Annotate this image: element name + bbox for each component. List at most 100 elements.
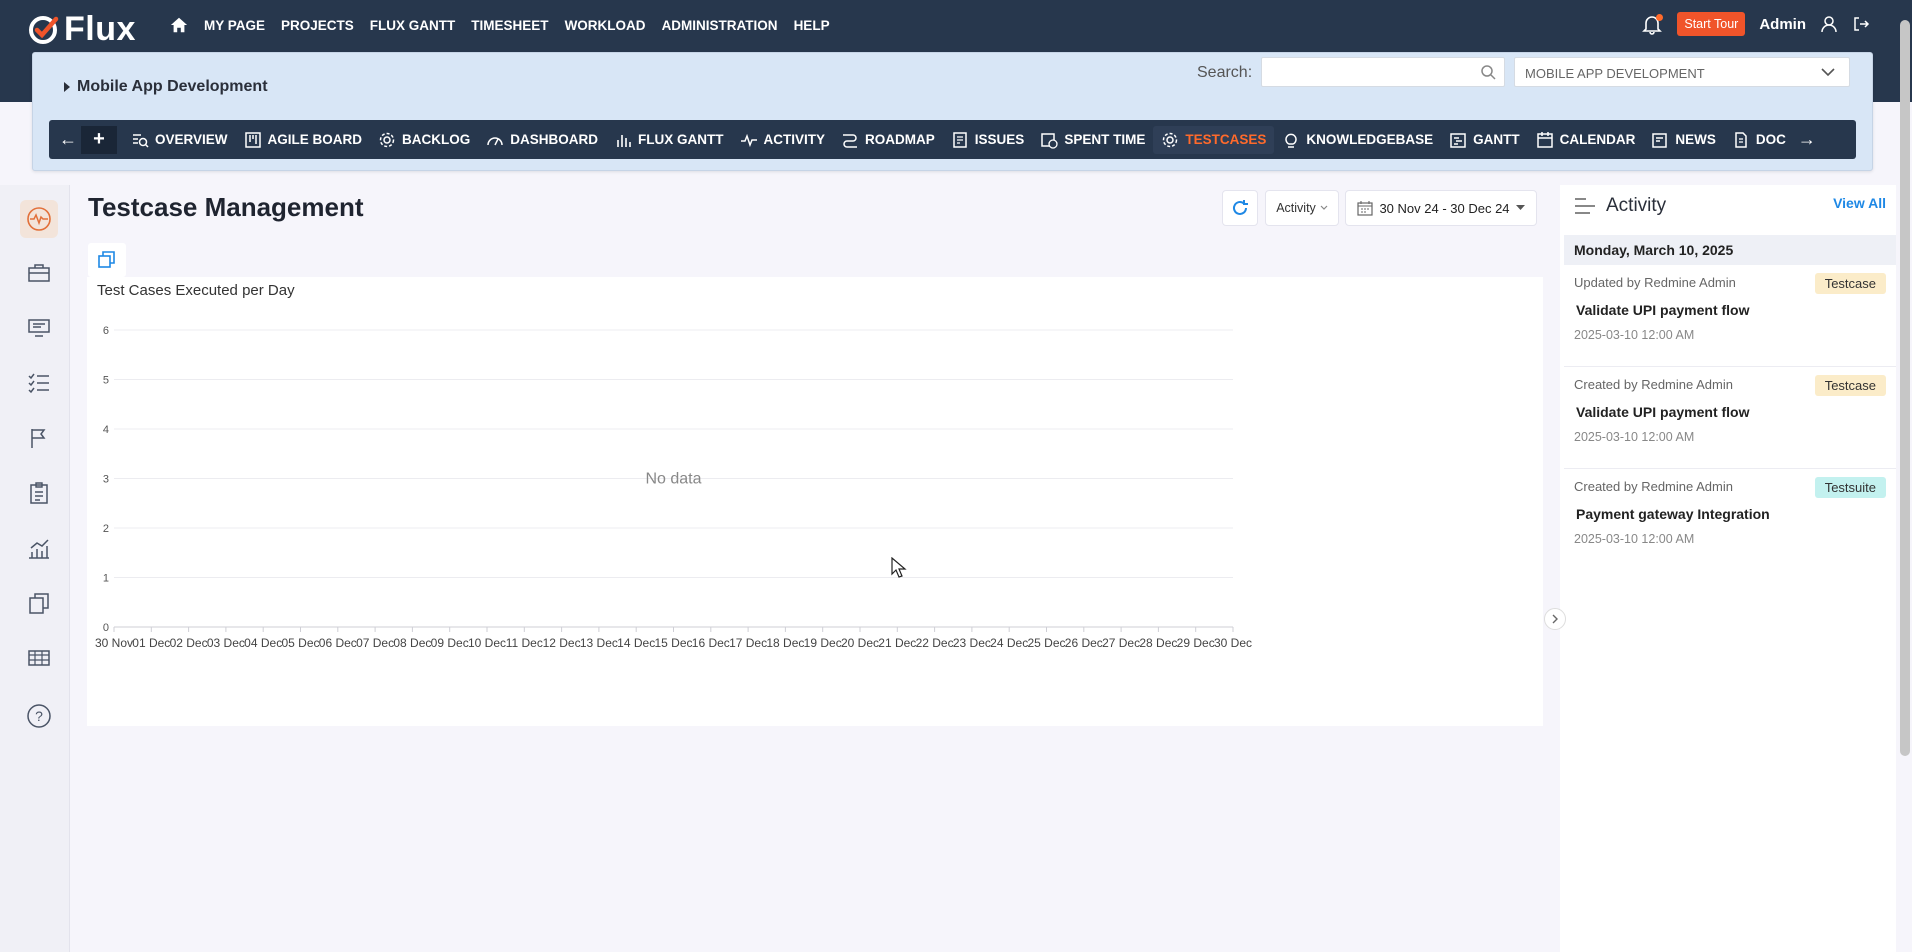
- logout-icon[interactable]: [1852, 15, 1870, 33]
- doc-icon: [1735, 131, 1747, 148]
- caret-right-icon: [64, 82, 70, 92]
- chevron-down-icon: [1320, 205, 1328, 210]
- nav-my-page[interactable]: MY PAGE: [204, 18, 265, 33]
- copy-button[interactable]: [88, 243, 126, 277]
- nav-workload[interactable]: WORKLOAD: [565, 18, 646, 33]
- tab-label: OVERVIEW: [155, 132, 228, 147]
- sidebar-item-table[interactable]: [20, 639, 58, 677]
- x-tick-label: 24 Dec: [990, 636, 1028, 650]
- nav-timesheet[interactable]: TIMESHEET: [471, 18, 548, 33]
- nav-projects[interactable]: PROJECTS: [281, 18, 354, 33]
- user-name[interactable]: Admin: [1759, 16, 1806, 33]
- pulse-icon: [740, 133, 757, 147]
- sidebar-item-projects[interactable]: [20, 254, 58, 292]
- chart-card: Test Cases Executed per Day 0 1 2 3 4 5 6 30 No…: [87, 277, 1543, 726]
- x-tick-label: 15 Dec: [654, 636, 692, 650]
- flux-logo[interactable]: Flux: [28, 10, 136, 49]
- activity-author: Created by Redmine Admin: [1574, 377, 1733, 392]
- bulb-icon: [1285, 133, 1298, 148]
- sidebar-item-analytics[interactable]: [20, 529, 58, 567]
- sidebar-item-help[interactable]: ?: [20, 697, 58, 735]
- tab-gantt[interactable]: GANTT: [1441, 126, 1528, 154]
- project-name-toggle[interactable]: Mobile App Development: [63, 78, 268, 96]
- view-all-link[interactable]: View All: [1833, 195, 1886, 211]
- activity-title[interactable]: Validate UPI payment flow: [1576, 302, 1750, 318]
- notification-bell-icon[interactable]: [1641, 13, 1664, 35]
- x-tick-label: 28 Dec: [1139, 636, 1177, 650]
- tab-label: NEWS: [1675, 132, 1716, 147]
- tab-testcases[interactable]: TESTCASES: [1153, 125, 1275, 154]
- tab-label: AGILE BOARD: [267, 132, 363, 147]
- home-icon[interactable]: [170, 16, 188, 34]
- y-tick-label: 3: [103, 474, 109, 486]
- tab-flux-gantt[interactable]: FLUX GANTT: [606, 126, 732, 154]
- tab-spent-time[interactable]: SPENT TIME: [1032, 126, 1153, 154]
- search-icon[interactable]: [1480, 64, 1496, 80]
- tabs-scroll-right-icon[interactable]: →: [1794, 129, 1820, 150]
- add-tab-button[interactable]: +: [81, 125, 117, 154]
- svg-text:?: ?: [35, 708, 43, 724]
- nav-help[interactable]: HELP: [794, 18, 830, 33]
- activity-date-header: Monday, March 10, 2025: [1564, 235, 1896, 265]
- y-tick-label: 6: [103, 325, 109, 337]
- nav-flux-gantt[interactable]: FLUX GANTT: [370, 18, 456, 33]
- tab-issues[interactable]: ISSUES: [943, 126, 1033, 154]
- sidebar-item-board[interactable]: [20, 309, 58, 347]
- tab-label: ISSUES: [974, 132, 1025, 147]
- activity-title[interactable]: Validate UPI payment flow: [1576, 404, 1750, 420]
- refresh-button[interactable]: [1222, 190, 1258, 226]
- copy-icon: [98, 251, 115, 268]
- sidebar-item-documents[interactable]: [20, 584, 58, 622]
- user-icon[interactable]: [1820, 15, 1838, 33]
- issues-icon: [953, 131, 967, 148]
- project-name: Mobile App Development: [77, 78, 268, 95]
- activity-entry[interactable]: Created by Redmine Admin Testcase Valida…: [1564, 367, 1896, 469]
- search-input[interactable]: [1261, 57, 1505, 87]
- start-tour-button[interactable]: Start Tour: [1677, 12, 1746, 36]
- activity-entry[interactable]: Updated by Redmine Admin Testcase Valida…: [1564, 265, 1896, 367]
- sidebar-item-milestones[interactable]: [20, 419, 58, 457]
- project-select[interactable]: MOBILE APP DEVELOPMENT: [1514, 57, 1850, 87]
- project-tab-bar: ← + OVERVIEW AGILE BOARD BACKLOG DASHBOA…: [49, 120, 1856, 159]
- tab-backlog[interactable]: BACKLOG: [370, 126, 478, 154]
- help-circle-icon: ?: [27, 704, 51, 728]
- activity-title[interactable]: Payment gateway Integration: [1576, 506, 1770, 522]
- sidebar-item-activity[interactable]: [20, 200, 58, 238]
- tab-calendar[interactable]: CALENDAR: [1528, 126, 1644, 154]
- roadmap-icon: [843, 133, 858, 148]
- x-tick-label: 05 Dec: [281, 636, 319, 650]
- tab-label: SPENT TIME: [1064, 132, 1146, 147]
- date-range-picker[interactable]: 30 Nov 24 - 30 Dec 24: [1345, 190, 1537, 226]
- tab-dashboard[interactable]: DASHBOARD: [478, 126, 606, 154]
- tab-overview[interactable]: OVERVIEW: [123, 126, 236, 154]
- x-tick-label: 04 Dec: [244, 636, 282, 650]
- brand-name: Flux: [64, 10, 136, 48]
- x-tick-label: 12 Dec: [543, 636, 581, 650]
- tab-knowledgebase[interactable]: KNOWLEDGEBASE: [1274, 126, 1441, 154]
- tab-activity[interactable]: ACTIVITY: [732, 126, 834, 154]
- tab-agile-board[interactable]: AGILE BOARD: [236, 126, 371, 154]
- activity-filter-dropdown[interactable]: Activity: [1265, 190, 1339, 226]
- tab-roadmap[interactable]: ROADMAP: [833, 126, 943, 154]
- date-range-value: 30 Nov 24 - 30 Dec 24: [1379, 200, 1510, 216]
- x-tick-label: 14 Dec: [617, 636, 655, 650]
- tab-doc[interactable]: DOC: [1724, 126, 1794, 154]
- page-scrollbar[interactable]: [1900, 20, 1910, 756]
- x-tick-label: 17 Dec: [729, 636, 767, 650]
- x-tick-label: 25 Dec: [1027, 636, 1065, 650]
- x-tick-label: 07 Dec: [356, 636, 394, 650]
- x-tick-label: 19 Dec: [804, 636, 842, 650]
- tabs-scroll-left-icon[interactable]: ←: [55, 129, 81, 150]
- clipboard-icon: [30, 482, 48, 504]
- x-tick-label: 01 Dec: [132, 636, 170, 650]
- nav-administration[interactable]: ADMINISTRATION: [662, 18, 778, 33]
- collapse-panel-button[interactable]: [1544, 608, 1566, 630]
- sidebar-item-reports[interactable]: [20, 474, 58, 512]
- activity-entry[interactable]: Created by Redmine Admin Testsuite Payme…: [1564, 469, 1896, 571]
- sidebar-item-checklist[interactable]: [20, 364, 58, 402]
- tab-news[interactable]: NEWS: [1643, 126, 1724, 154]
- x-tick-label: 08 Dec: [393, 636, 431, 650]
- test-cases-chart: 0 1 2 3 4 5 6 30 Nov 01 Dec 02 Dec 03 Dec 04 Dec 05 …: [95, 325, 1252, 650]
- chevron-right-icon: [1552, 614, 1558, 624]
- activity-pulse-icon: [27, 207, 51, 231]
